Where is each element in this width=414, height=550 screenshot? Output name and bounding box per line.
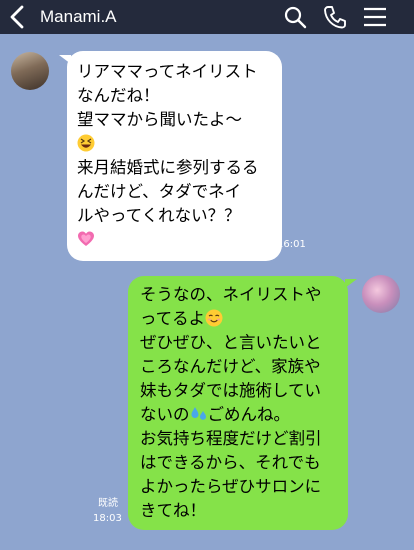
message-timestamp: 16:01 — [277, 239, 306, 250]
pink-heart-emoji — [78, 231, 94, 246]
message-line: リアママってネイリスト — [77, 62, 258, 81]
message-line: よかったらぜひサロンに — [140, 477, 322, 496]
message-text: ないの — [140, 405, 190, 424]
message-emoji-line — [77, 132, 282, 156]
message-line: 望ママから聞いたよ〜 — [77, 110, 242, 129]
message-line: ってるよ — [140, 307, 348, 331]
message-emoji-line — [77, 228, 282, 252]
own-avatar — [362, 275, 400, 313]
message-line: ルやってくれない？？ — [77, 206, 241, 225]
message-line: なんだね！ — [77, 86, 160, 105]
incoming-message-bubble[interactable]: リアママってネイリスト なんだね！ 望ママから聞いたよ〜 来月結婚式に参列するる… — [67, 51, 282, 261]
contact-avatar[interactable] — [11, 52, 49, 90]
message-text: ってるよ — [140, 309, 206, 328]
phone-icon[interactable] — [322, 4, 348, 30]
message-line: そうなの、ネイリストや — [140, 285, 322, 304]
back-chevron-icon[interactable] — [6, 4, 30, 30]
chat-header: Manami.A — [0, 0, 414, 34]
message-line: ないの ごめんね。 — [140, 403, 348, 427]
message-line: ぜひぜひ、と言いたいと — [140, 333, 322, 352]
message-text: ごめんね。 — [207, 405, 291, 424]
message-line: 妹もタダでは施術してい — [140, 381, 322, 400]
message-line: はできるから、それでも — [140, 453, 321, 472]
laughing-face-emoji — [77, 134, 95, 152]
message-line: ころなんだけど、家族や — [140, 357, 321, 376]
message-timestamp: 18:03 — [93, 513, 122, 524]
contact-name[interactable]: Manami.A — [40, 6, 117, 28]
message-line: んだけど、タダでネイ — [77, 182, 242, 201]
message-line: きてね！ — [140, 501, 206, 520]
message-line: 来月結婚式に参列するる — [77, 158, 259, 177]
menu-icon[interactable] — [362, 4, 388, 30]
relieved-smile-emoji — [205, 309, 223, 327]
search-icon[interactable] — [282, 4, 308, 30]
read-status-label: 既読 — [98, 498, 118, 509]
outgoing-message-bubble[interactable]: そうなの、ネイリストや ってるよ ぜひぜひ、と言いたいと ころなんだけど、家族や… — [128, 276, 348, 530]
message-line: お気持ち程度だけど割引 — [140, 429, 322, 448]
sweat-droplets-emoji — [191, 407, 206, 420]
